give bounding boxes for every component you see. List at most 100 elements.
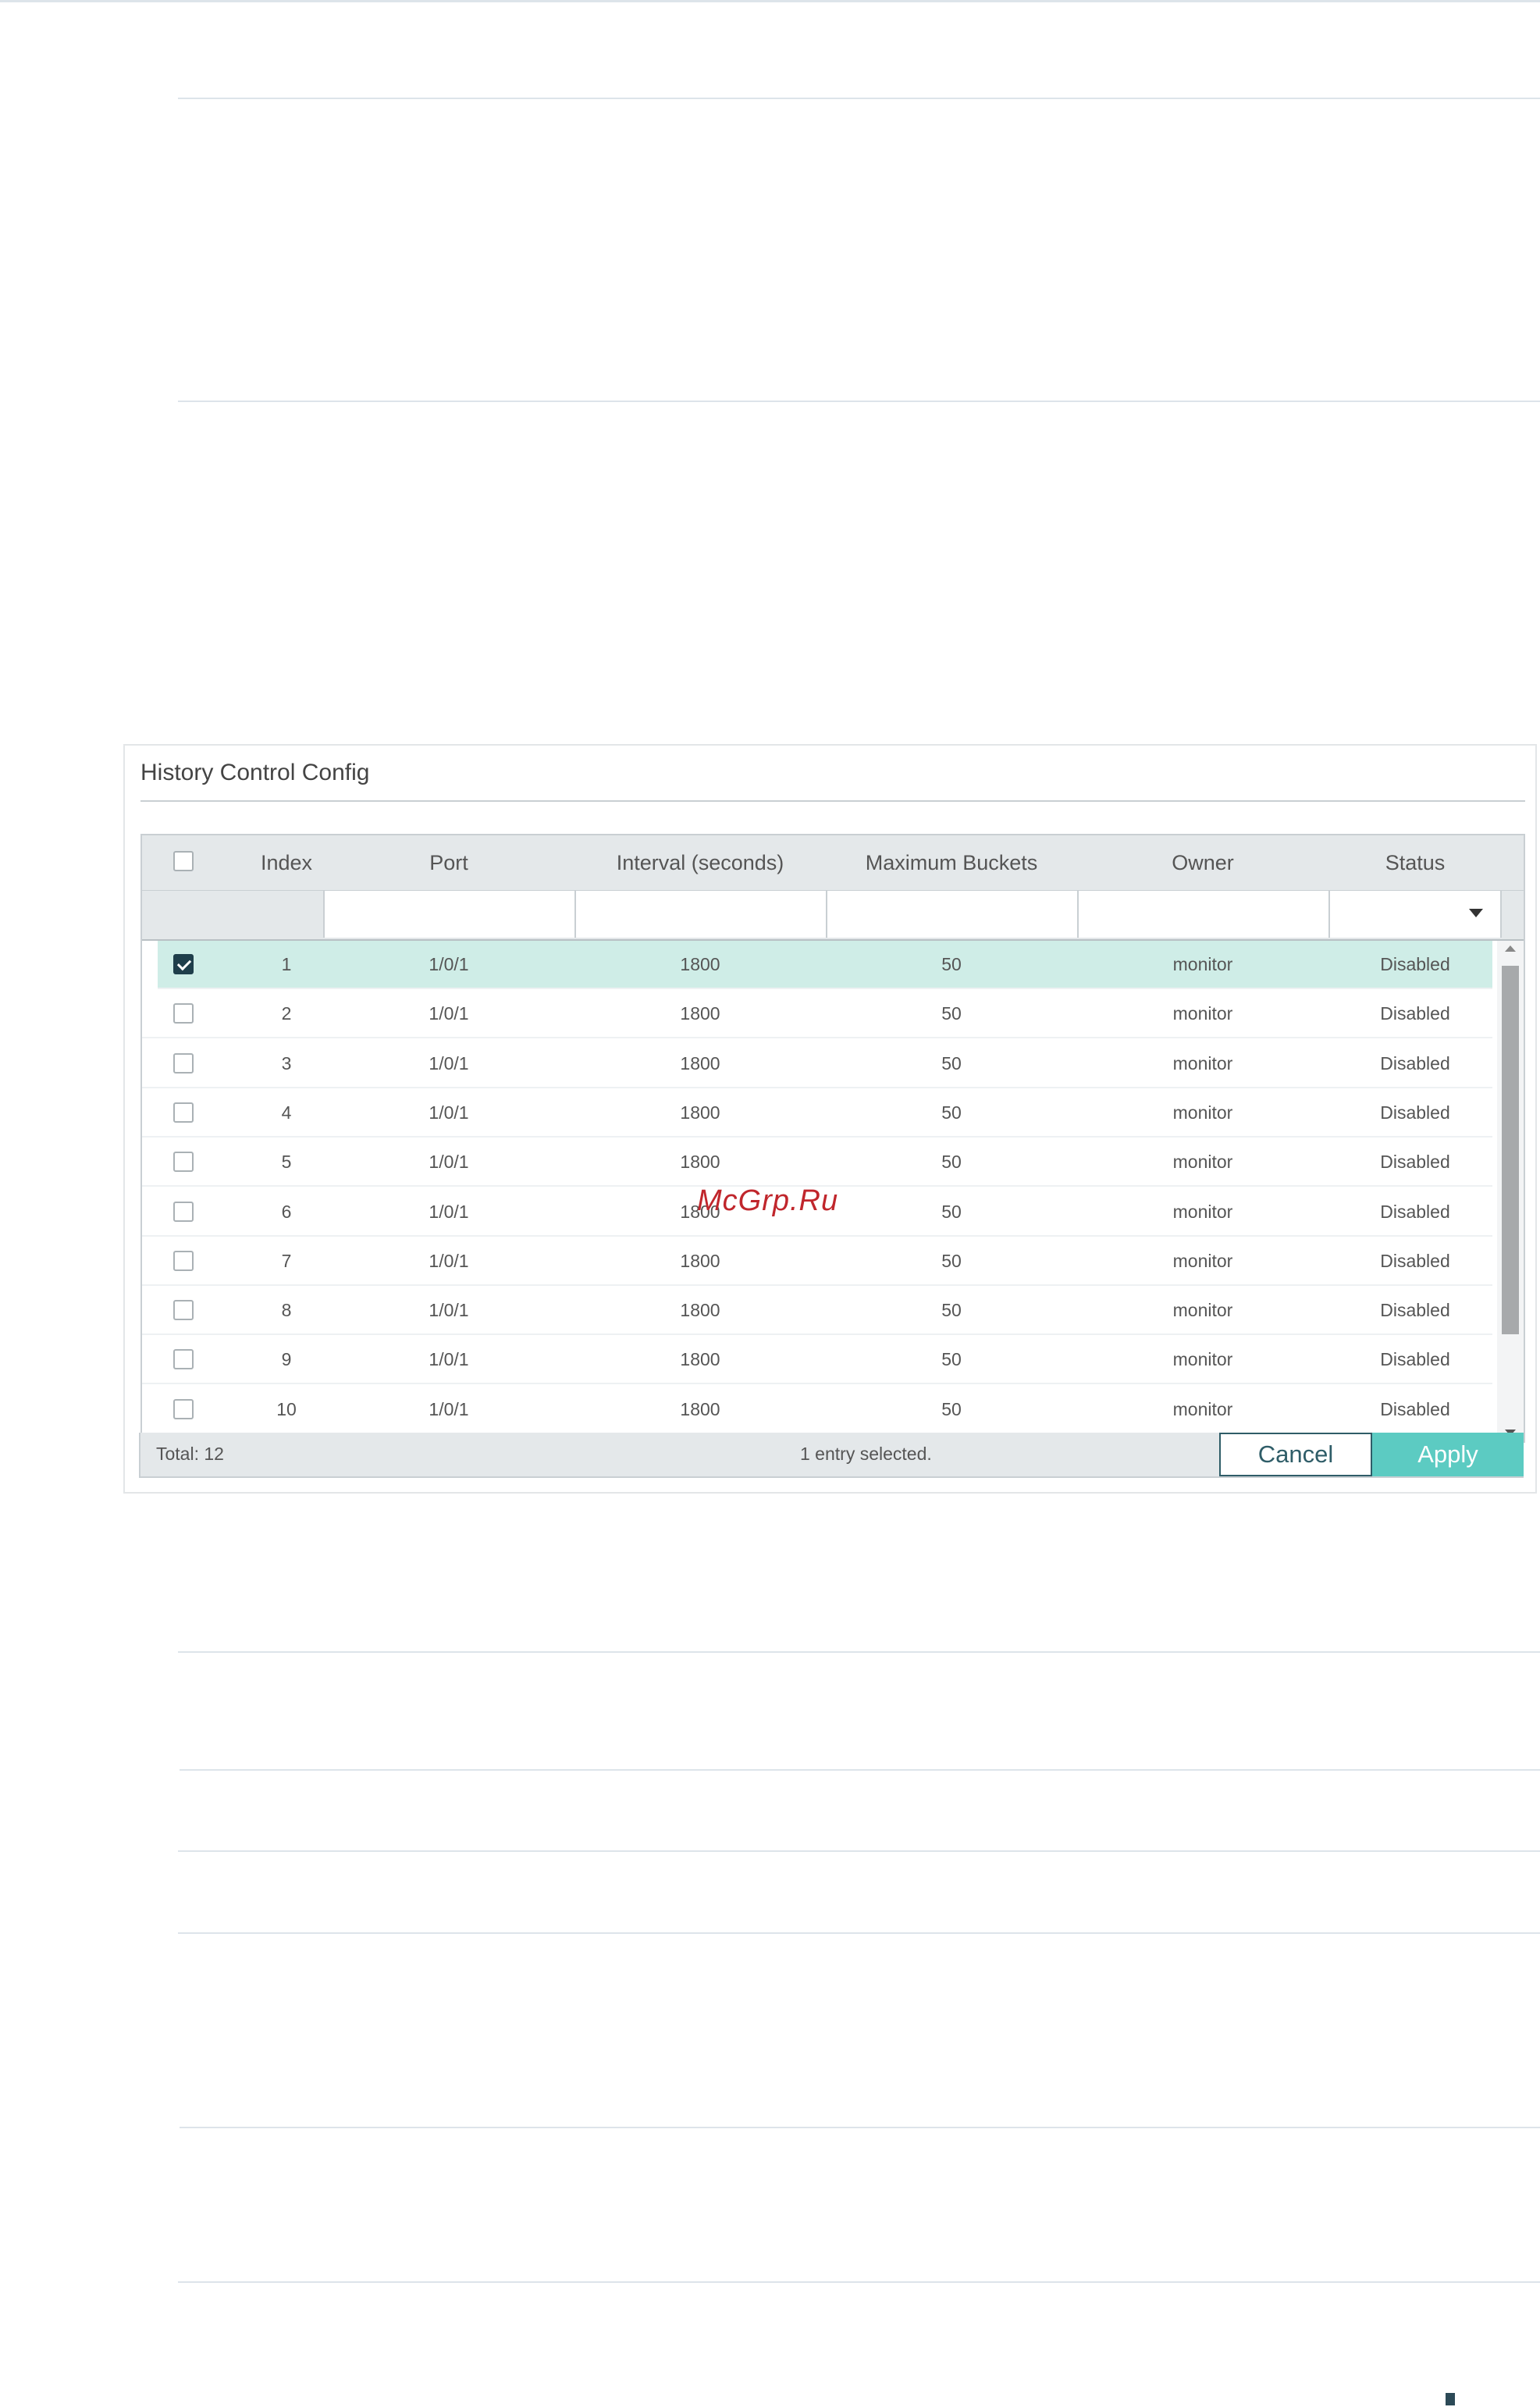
cell-port: 1/0/1 (429, 1152, 469, 1172)
cell-port: 1/0/1 (429, 1251, 469, 1271)
cell-maximum-buckets: 50 (941, 1152, 962, 1172)
cell-port: 1/0/1 (429, 1003, 469, 1024)
panel-title: History Control Config (140, 760, 370, 785)
table-row[interactable]: 2 1/0/1 1800 50 monitor Disabled (142, 990, 1492, 1038)
cell-index: 8 (281, 1300, 292, 1320)
row-checkbox[interactable] (173, 1300, 194, 1320)
scroll-up-icon[interactable] (1505, 945, 1516, 952)
cell-maximum-buckets: 50 (941, 1053, 962, 1074)
cell-maximum-buckets: 50 (941, 1349, 962, 1369)
row-checkbox[interactable] (173, 1003, 194, 1024)
cell-interval: 1800 (680, 1053, 720, 1074)
port-filter-input[interactable] (323, 891, 574, 938)
cell-index: 7 (281, 1251, 292, 1271)
cell-interval: 1800 (680, 1152, 720, 1172)
column-header-owner[interactable]: Owner (1077, 851, 1328, 875)
cell-owner: monitor (1172, 954, 1233, 974)
cell-index: 2 (281, 1003, 292, 1024)
cell-owner: monitor (1172, 1300, 1233, 1320)
vertical-scrollbar[interactable] (1497, 941, 1524, 1440)
cell-index: 1 (281, 954, 292, 974)
row-checkbox[interactable] (173, 1102, 194, 1123)
page-corner-mark (1446, 2393, 1455, 2405)
top-divider (0, 0, 1540, 2)
cell-status: Disabled (1380, 1152, 1450, 1172)
owner-filter-input[interactable] (1077, 891, 1328, 938)
select-all-checkbox[interactable] (173, 851, 194, 871)
row-checkbox[interactable] (173, 1399, 194, 1419)
cell-interval: 1800 (680, 1251, 720, 1271)
column-header-maximum-buckets[interactable]: Maximum Buckets (826, 851, 1077, 875)
cell-port: 1/0/1 (429, 1399, 469, 1419)
cell-owner: monitor (1172, 1152, 1233, 1172)
row-checkbox[interactable] (173, 1251, 194, 1271)
chevron-down-icon (1469, 909, 1483, 917)
divider (178, 98, 1540, 99)
status-filter-select[interactable] (1328, 891, 1502, 938)
scrollbar-thumb[interactable] (1502, 966, 1519, 1334)
panel-title-rule (140, 800, 1525, 802)
cell-status: Disabled (1380, 1300, 1450, 1320)
watermark: McGrp.Ru (697, 1184, 839, 1217)
cell-index: 9 (281, 1349, 292, 1369)
total-count: Total: 12 (156, 1444, 224, 1464)
column-header-port[interactable]: Port (323, 851, 574, 875)
cell-index: 3 (281, 1053, 292, 1074)
filter-row (142, 891, 1524, 941)
table-row[interactable]: 8 1/0/1 1800 50 monitor Disabled (142, 1287, 1492, 1335)
cell-port: 1/0/1 (429, 1202, 469, 1222)
table-header: Index Port Interval (seconds) Maximum Bu… (142, 835, 1524, 891)
table-row[interactable]: 3 1/0/1 1800 50 monitor Disabled (142, 1040, 1492, 1088)
cell-status: Disabled (1380, 1349, 1450, 1369)
cell-status: Disabled (1380, 1053, 1450, 1074)
cell-owner: monitor (1172, 1053, 1233, 1074)
cell-port: 1/0/1 (429, 954, 469, 974)
cell-owner: monitor (1172, 1003, 1233, 1024)
divider (178, 2281, 1540, 2283)
cell-maximum-buckets: 50 (941, 954, 962, 974)
maximum-buckets-filter-input[interactable] (826, 891, 1077, 938)
cell-maximum-buckets: 50 (941, 1003, 962, 1024)
cell-status: Disabled (1380, 1251, 1450, 1271)
cell-index: 10 (276, 1399, 297, 1419)
cell-owner: monitor (1172, 1251, 1233, 1271)
divider (178, 1932, 1540, 1934)
cancel-button[interactable]: Cancel (1219, 1433, 1372, 1476)
cell-maximum-buckets: 50 (941, 1300, 962, 1320)
divider (178, 401, 1540, 402)
cell-port: 1/0/1 (429, 1053, 469, 1074)
cell-owner: monitor (1172, 1202, 1233, 1222)
table-row[interactable]: 7 1/0/1 1800 50 monitor Disabled (142, 1237, 1492, 1286)
column-header-interval[interactable]: Interval (seconds) (574, 851, 826, 875)
cell-interval: 1800 (680, 1300, 720, 1320)
table-row[interactable]: 10 1/0/1 1800 50 monitor Disabled (142, 1386, 1492, 1434)
cell-maximum-buckets: 50 (941, 1399, 962, 1419)
cell-interval: 1800 (680, 1349, 720, 1369)
cell-status: Disabled (1380, 1003, 1450, 1024)
column-header-status[interactable]: Status (1328, 851, 1502, 875)
interval-filter-input[interactable] (574, 891, 826, 938)
cell-maximum-buckets: 50 (941, 1251, 962, 1271)
cell-port: 1/0/1 (429, 1300, 469, 1320)
cell-port: 1/0/1 (429, 1102, 469, 1123)
row-checkbox[interactable] (173, 954, 194, 974)
cell-index: 4 (281, 1102, 292, 1123)
cell-owner: monitor (1172, 1399, 1233, 1419)
column-header-index[interactable]: Index (236, 851, 337, 875)
table-row[interactable]: 5 1/0/1 1800 50 monitor Disabled (142, 1138, 1492, 1187)
apply-button[interactable]: Apply (1372, 1433, 1524, 1476)
cell-interval: 1800 (680, 1399, 720, 1419)
divider (178, 1651, 1540, 1653)
table-row[interactable]: 9 1/0/1 1800 50 monitor Disabled (142, 1336, 1492, 1384)
row-checkbox[interactable] (173, 1202, 194, 1222)
divider (178, 1850, 1540, 1852)
table-row[interactable]: 4 1/0/1 1800 50 monitor Disabled (142, 1089, 1492, 1138)
cell-owner: monitor (1172, 1102, 1233, 1123)
row-checkbox[interactable] (173, 1349, 194, 1369)
selection-status: 1 entry selected. (800, 1444, 932, 1464)
cell-index: 5 (281, 1152, 292, 1172)
row-checkbox[interactable] (173, 1053, 194, 1074)
table-row[interactable]: 1 1/0/1 1800 50 monitor Disabled (158, 941, 1492, 989)
cell-status: Disabled (1380, 954, 1450, 974)
row-checkbox[interactable] (173, 1152, 194, 1172)
